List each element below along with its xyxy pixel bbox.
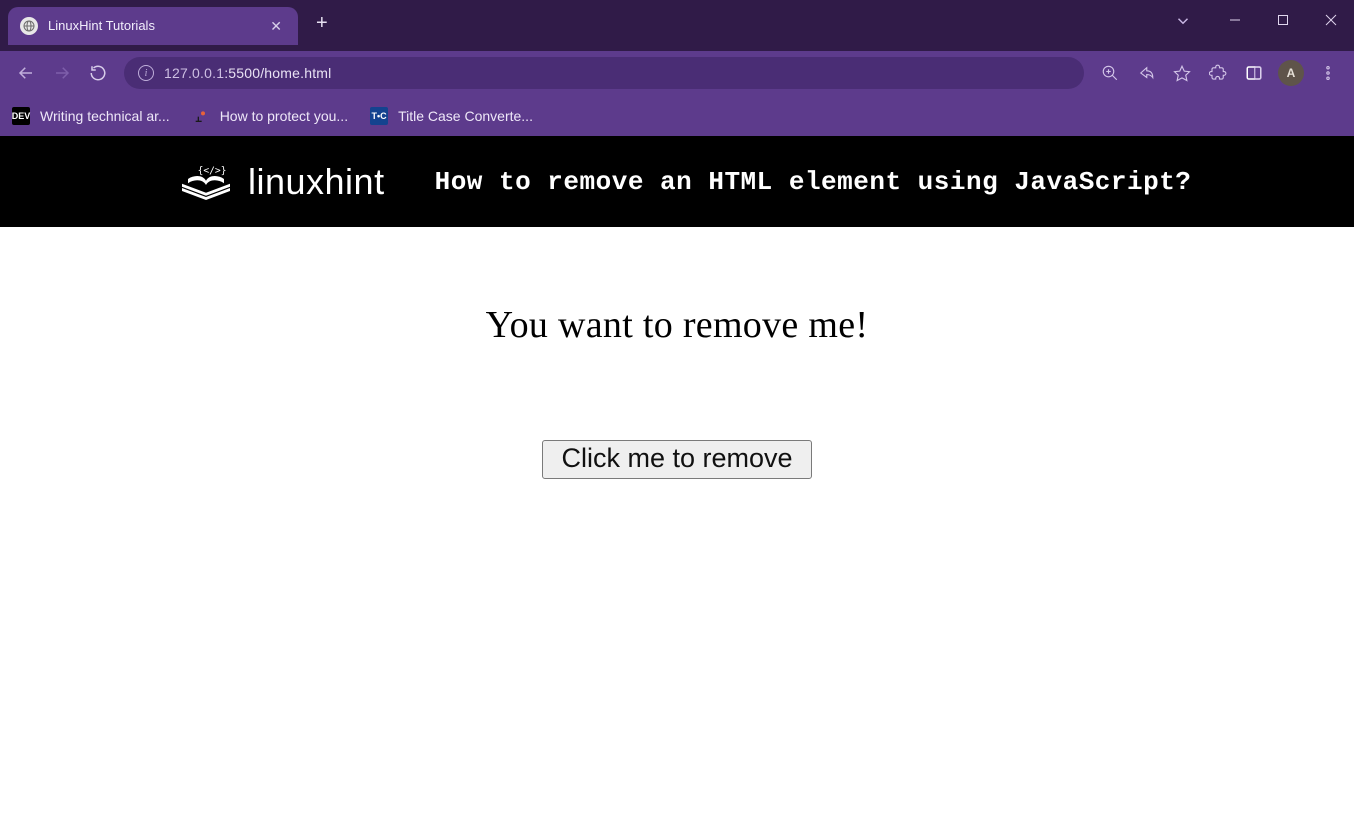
url-host: 127.0.0.1 bbox=[164, 65, 224, 81]
close-window-button[interactable] bbox=[1308, 4, 1354, 36]
banner-title: How to remove an HTML element using Java… bbox=[435, 167, 1192, 197]
side-panel-icon[interactable] bbox=[1238, 57, 1270, 89]
share-icon[interactable] bbox=[1130, 57, 1162, 89]
extensions-icon[interactable] bbox=[1202, 57, 1234, 89]
bookmarks-bar: DEV Writing technical ar... How to prote… bbox=[0, 95, 1354, 136]
remove-button[interactable]: Click me to remove bbox=[542, 440, 811, 479]
svg-text:{</>}: {</>} bbox=[198, 165, 227, 176]
dev-icon: DEV bbox=[12, 107, 30, 125]
bookmark-item[interactable]: DEV Writing technical ar... bbox=[12, 107, 170, 125]
tabs-row: LinuxHint Tutorials ✕ + bbox=[0, 0, 1174, 51]
omnibox[interactable]: i 127.0.0.1:5500/home.html bbox=[124, 57, 1084, 89]
tab-title: LinuxHint Tutorials bbox=[48, 18, 256, 33]
bookmark-item[interactable]: How to protect you... bbox=[192, 107, 348, 125]
url-path: :5500/home.html bbox=[224, 65, 331, 81]
profile-avatar[interactable]: A bbox=[1278, 60, 1304, 86]
site-info-icon[interactable]: i bbox=[138, 65, 154, 81]
kebab-menu-icon[interactable] bbox=[1312, 57, 1344, 89]
page-content: You want to remove me! Click me to remov… bbox=[0, 227, 1354, 479]
close-tab-button[interactable]: ✕ bbox=[266, 15, 286, 37]
book-icon: {</>} bbox=[176, 157, 236, 207]
window-controls bbox=[1174, 0, 1354, 51]
globe-icon bbox=[20, 17, 38, 35]
site-logo: {</>} linuxhint bbox=[176, 157, 385, 207]
active-tab[interactable]: LinuxHint Tutorials ✕ bbox=[8, 7, 298, 45]
minimize-button[interactable] bbox=[1212, 4, 1258, 36]
url-display: 127.0.0.1:5500/home.html bbox=[164, 65, 331, 81]
pin-icon bbox=[192, 107, 210, 125]
zoom-icon[interactable] bbox=[1094, 57, 1126, 89]
page-banner: {</>} linuxhint How to remove an HTML el… bbox=[0, 136, 1354, 227]
browser-title-bar: LinuxHint Tutorials ✕ + bbox=[0, 0, 1354, 51]
tab-search-icon[interactable] bbox=[1174, 12, 1192, 35]
bookmark-label: Title Case Converte... bbox=[398, 108, 533, 124]
back-button[interactable] bbox=[10, 57, 42, 89]
heading-text: You want to remove me! bbox=[0, 303, 1354, 347]
bookmark-label: How to protect you... bbox=[220, 108, 348, 124]
maximize-button[interactable] bbox=[1260, 4, 1306, 36]
tc-icon: T•C bbox=[370, 107, 388, 125]
address-bar: i 127.0.0.1:5500/home.html A bbox=[0, 51, 1354, 95]
forward-button[interactable] bbox=[46, 57, 78, 89]
new-tab-button[interactable]: + bbox=[302, 13, 342, 33]
bookmark-label: Writing technical ar... bbox=[40, 108, 170, 124]
brand-name: linuxhint bbox=[248, 161, 385, 203]
bookmark-item[interactable]: T•C Title Case Converte... bbox=[370, 107, 533, 125]
reload-button[interactable] bbox=[82, 57, 114, 89]
bookmark-star-icon[interactable] bbox=[1166, 57, 1198, 89]
